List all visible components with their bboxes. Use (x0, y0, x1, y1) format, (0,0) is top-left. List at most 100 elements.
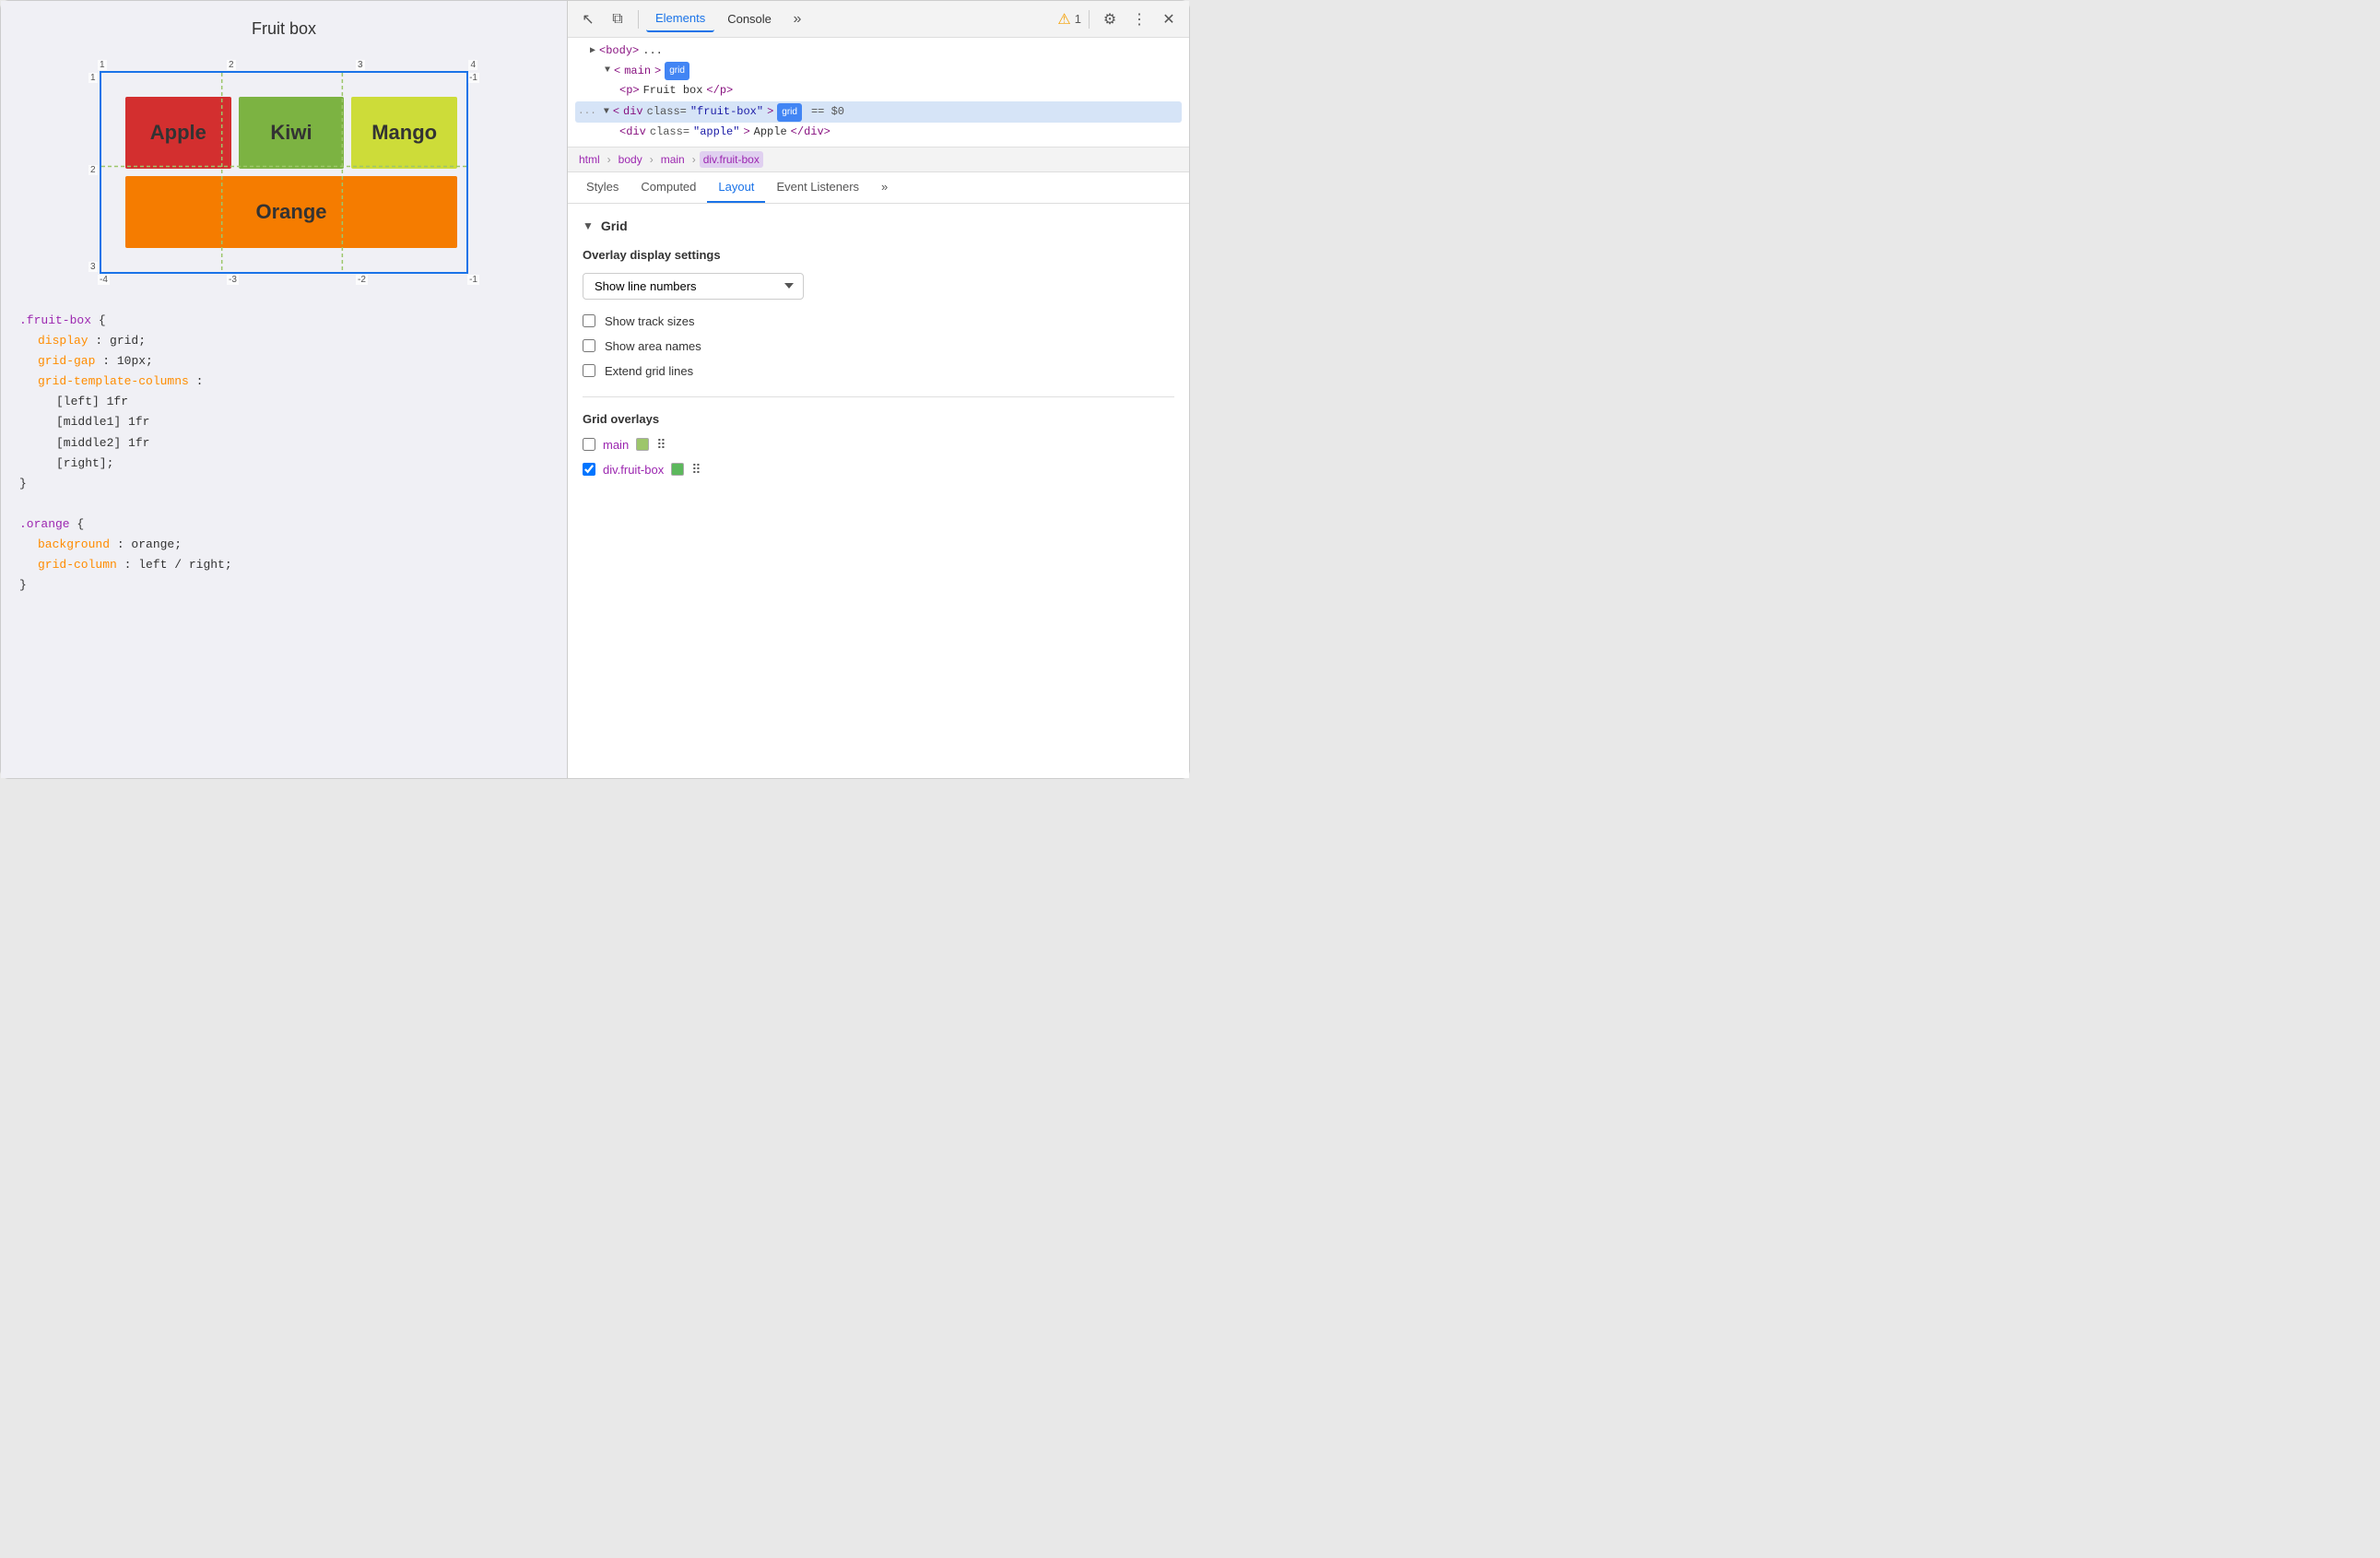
section-collapse-icon[interactable]: ▼ (583, 219, 594, 232)
label-overlay-main[interactable]: main (603, 438, 629, 452)
dom-triangle[interactable]: ▼ (604, 104, 609, 121)
cursor-icon[interactable]: ↖ (575, 6, 601, 32)
label-area-names[interactable]: Show area names (605, 339, 701, 353)
grid-section-title: Grid (601, 218, 628, 233)
grid-outline: Apple Kiwi Mango Orange (100, 71, 468, 274)
breadcrumb-main[interactable]: main (657, 151, 689, 168)
code-line: grid-column : left / right; (19, 555, 548, 575)
devtools-toolbar: ↖ ⧉ Elements Console » ⚠ 1 ⚙ ⋮ ✕ (568, 1, 1189, 38)
checkbox-overlay-fruit-box[interactable] (583, 463, 595, 476)
grid-pattern-icon[interactable]: ⠿ (656, 437, 666, 453)
grid-overlays-title: Grid overlays (583, 412, 1174, 426)
grid-section-header: ▼ Grid (583, 218, 1174, 233)
checkbox-overlay-main[interactable] (583, 438, 595, 451)
grid-line-top-neg1: -1 (467, 73, 479, 83)
dom-line-main: ▼ < main > grid (575, 62, 1182, 82)
dom-line-p: <p> Fruit box </p> (575, 81, 1182, 101)
tab-layout[interactable]: Layout (707, 172, 765, 203)
code-line: .fruit-box { (19, 311, 548, 331)
dom-badge-grid-2: grid (777, 103, 802, 122)
section-divider (583, 396, 1174, 397)
dom-section: ▶ <body> ... ▼ < main > grid <p> Fruit b… (568, 38, 1189, 148)
grid-visual: 1 2 3 4 -1 1 2 3 -4 -3 -2 -1 Apple Kiwi … (81, 53, 487, 292)
more-tabs-btn[interactable]: » (870, 172, 899, 203)
tab-elements[interactable]: Elements (646, 6, 714, 32)
code-line: [right]; (19, 454, 548, 474)
overlay-settings-section: Overlay display settings Show line numbe… (583, 248, 1174, 378)
code-line: } (19, 474, 548, 494)
grid-line-bot-neg3: -3 (227, 275, 239, 285)
page-title: Fruit box (19, 19, 548, 39)
grid-line-left-3: 3 (88, 262, 98, 272)
close-button[interactable]: ✕ (1156, 6, 1182, 32)
dom-line-fruit-box[interactable]: ... ▼ < div class= "fruit-box" > grid ==… (575, 101, 1182, 124)
checkbox-area-names[interactable] (583, 339, 595, 352)
warning-icon: ⚠ (1057, 10, 1070, 29)
code-line: [middle1] 1fr (19, 412, 548, 432)
grid-line-top-3: 3 (356, 60, 365, 70)
grid-line-bot-neg1: -1 (467, 275, 479, 285)
breadcrumb: html › body › main › div.fruit-box (568, 148, 1189, 172)
code-line: display : grid; (19, 331, 548, 351)
dom-expand-icon: ... (578, 103, 596, 122)
grid-line-top-1: 1 (98, 60, 107, 70)
more-vert-icon[interactable]: ⋮ (1126, 6, 1152, 32)
toolbar-divider-2 (1089, 10, 1090, 29)
label-extend-lines[interactable]: Extend grid lines (605, 364, 693, 378)
overlay-mode-select[interactable]: Show line numbers Show track sizes Show … (583, 273, 804, 300)
dom-triangle[interactable]: ▼ (605, 63, 610, 79)
label-overlay-fruit-box[interactable]: div.fruit-box (603, 463, 664, 477)
code-line: [left] 1fr (19, 392, 548, 412)
checkbox-row-area-names: Show area names (583, 339, 1174, 353)
cell-kiwi: Kiwi (239, 97, 345, 169)
tab-styles[interactable]: Styles (575, 172, 630, 203)
tab-event-listeners[interactable]: Event Listeners (765, 172, 870, 203)
label-track-sizes[interactable]: Show track sizes (605, 314, 695, 328)
tab-console[interactable]: Console (718, 6, 781, 31)
fruit-grid: Apple Kiwi Mango Orange (122, 93, 461, 252)
checkbox-track-sizes[interactable] (583, 314, 595, 327)
cell-apple: Apple (125, 97, 231, 169)
breadcrumb-html[interactable]: html (575, 151, 604, 168)
dom-line-body: ▶ <body> ... (575, 41, 1182, 62)
grid-line-top-2: 2 (227, 60, 236, 70)
dom-line-apple: <div class= "apple" > Apple </div> (575, 123, 1182, 143)
toolbar-divider (638, 10, 639, 29)
layout-content: ▼ Grid Overlay display settings Show lin… (568, 204, 1189, 778)
warning-badge: ⚠ 1 (1057, 10, 1081, 29)
checkbox-row-track-sizes: Show track sizes (583, 314, 1174, 328)
cell-mango: Mango (351, 97, 457, 169)
left-panel: Fruit box 1 2 3 4 -1 1 2 3 -4 -3 -2 -1 A… (1, 1, 568, 778)
code-selector: .orange (19, 517, 70, 531)
dom-triangle[interactable]: ▶ (590, 43, 595, 60)
devtools-panel: ↖ ⧉ Elements Console » ⚠ 1 ⚙ ⋮ ✕ ▶ <body… (568, 1, 1189, 778)
breadcrumb-body[interactable]: body (615, 151, 646, 168)
checkbox-extend-lines[interactable] (583, 364, 595, 377)
overlay-settings-title: Overlay display settings (583, 248, 1174, 262)
overlay-item-main: main ⠿ (583, 437, 1174, 453)
color-swatch-main[interactable] (636, 438, 649, 451)
grid-line-bot-neg4: -4 (98, 275, 110, 285)
checkbox-row-extend-lines: Extend grid lines (583, 364, 1174, 378)
code-line: background : orange; (19, 535, 548, 555)
code-line: } (19, 575, 548, 596)
grid-line-top-4: 4 (468, 60, 477, 70)
grid-pattern-icon-2[interactable]: ⠿ (691, 462, 701, 478)
code-section: .fruit-box { display : grid; grid-gap : … (19, 311, 548, 760)
code-line: [middle2] 1fr (19, 433, 548, 454)
breadcrumb-fruit-box[interactable]: div.fruit-box (700, 151, 763, 168)
more-tabs-icon[interactable]: » (784, 6, 810, 32)
dropdown-row: Show line numbers Show track sizes Show … (583, 273, 1174, 300)
warning-count: 1 (1075, 12, 1081, 26)
dom-badge-grid: grid (665, 62, 689, 80)
tabs-row: Styles Computed Layout Event Listeners » (568, 172, 1189, 204)
grid-overlays-section: Grid overlays main ⠿ div.fruit-box ⠿ (583, 412, 1174, 478)
code-line: grid-gap : 10px; (19, 351, 548, 372)
color-swatch-fruit-box[interactable] (671, 463, 684, 476)
code-selector: .fruit-box (19, 313, 91, 327)
tab-computed[interactable]: Computed (630, 172, 707, 203)
settings-icon[interactable]: ⚙ (1097, 6, 1123, 32)
layers-icon[interactable]: ⧉ (605, 6, 630, 32)
grid-line-left-1: 1 (88, 73, 98, 83)
code-line: grid-template-columns : (19, 372, 548, 392)
